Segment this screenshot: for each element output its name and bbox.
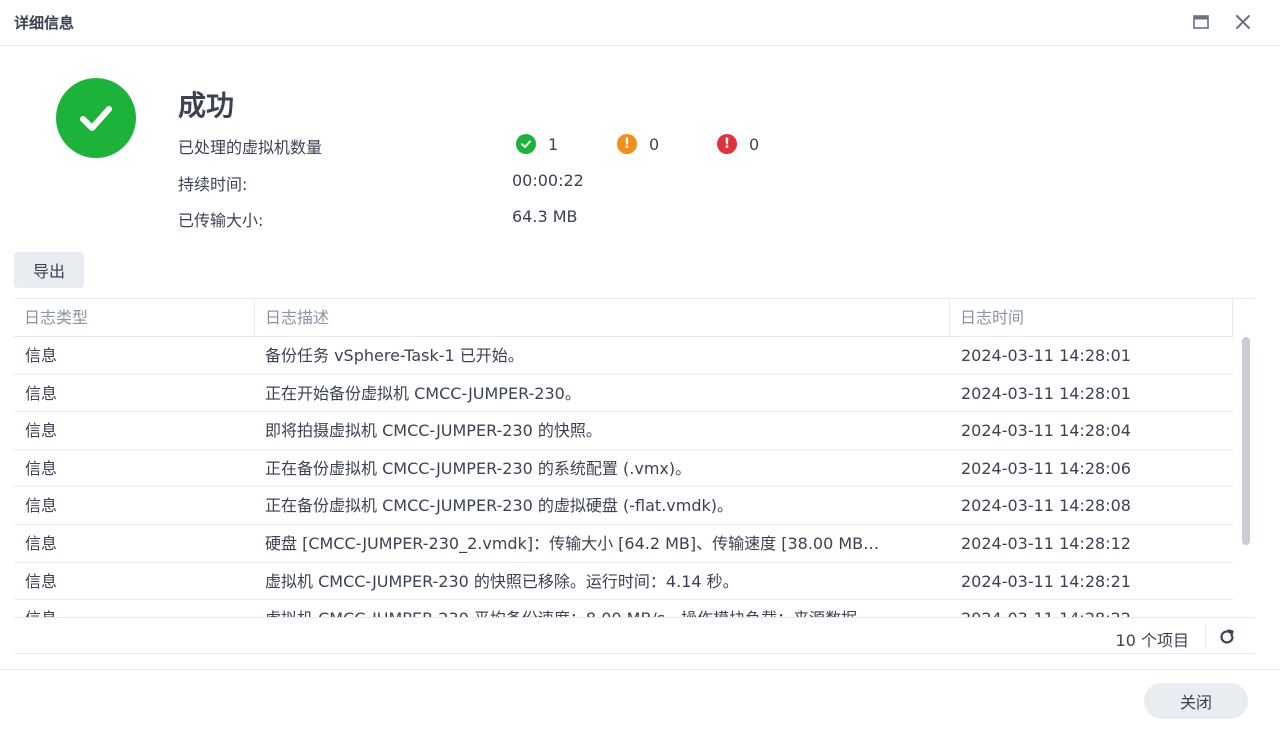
column-header-type[interactable]: 日志类型 [14, 299, 255, 337]
log-description: 正在备份虚拟机 CMCC-JUMPER-230 的虚拟硬盘 (-flat.vmd… [265, 496, 733, 516]
log-table: 日志类型 日志描述 日志时间 信息 备份任务 vSphere-Task-1 已开… [14, 298, 1255, 654]
log-description: 即将拍摄虚拟机 CMCC-JUMPER-230 的快照。 [265, 421, 602, 441]
table-row[interactable]: 信息 即将拍摄虚拟机 CMCC-JUMPER-230 的快照。 2024-03-… [14, 412, 1233, 450]
scrollbar-thumb[interactable] [1242, 337, 1250, 545]
log-description: 正在开始备份虚拟机 CMCC-JUMPER-230。 [265, 383, 581, 403]
log-time: 2024-03-11 14:28:12 [961, 533, 1131, 553]
warning-exclamation-icon: ! [617, 134, 637, 154]
error-exclamation-icon: ! [717, 134, 737, 154]
warning-count: ! 0 [617, 133, 659, 155]
warning-count-value: 0 [649, 134, 660, 154]
error-count: ! 0 [717, 133, 759, 155]
table-row[interactable]: 信息 虚拟机 CMCC-JUMPER-230 的快照已移除。运行时间：4.14 … [14, 563, 1233, 601]
table-scrollbar[interactable] [1240, 337, 1252, 617]
table-row[interactable]: 信息 正在开始备份虚拟机 CMCC-JUMPER-230。 2024-03-11… [14, 375, 1233, 413]
log-time: 2024-03-11 14:28:08 [961, 496, 1131, 516]
log-time: 2024-03-11 14:28:01 [961, 383, 1131, 403]
duration-value: 00:00:22 [512, 171, 584, 190]
transferred-label: 已传输大小: [178, 211, 264, 230]
maximize-icon[interactable] [1191, 12, 1211, 32]
log-type: 信息 [25, 421, 58, 441]
log-type: 信息 [25, 346, 58, 365]
log-time: 2024-03-11 14:28:22 [961, 600, 1221, 617]
export-button[interactable]: 导出 [14, 252, 84, 288]
duration-label: 持续时间: [178, 175, 248, 194]
log-type: 信息 [25, 496, 58, 516]
table-body[interactable]: 信息 备份任务 vSphere-Task-1 已开始。 2024-03-11 1… [14, 337, 1233, 617]
transferred-value: 64.3 MB [512, 207, 578, 226]
success-check-icon [516, 134, 536, 154]
table-row[interactable]: 信息 正在备份虚拟机 CMCC-JUMPER-230 的系统配置 (.vmx)。… [14, 450, 1233, 488]
title-bar: 详细信息 [0, 0, 1280, 46]
log-type: 信息 [25, 533, 58, 553]
column-header-time[interactable]: 日志时间 [950, 299, 1233, 337]
item-count: 10 个项目 [1115, 631, 1189, 650]
dialog-footer: 关闭 [0, 669, 1280, 729]
table-row[interactable]: 信息 虚拟机 CMCC-JUMPER-230 平均备份速度：8.00 MB/s。… [14, 600, 1233, 617]
success-count-value: 1 [548, 134, 559, 154]
log-time: 2024-03-11 14:28:06 [961, 458, 1131, 478]
close-button[interactable]: 关闭 [1144, 683, 1248, 719]
log-description: 硬盘 [CMCC-JUMPER-230_2.vmdk]：传输大小 [64.2 M… [265, 533, 880, 553]
refresh-icon[interactable] [1216, 626, 1238, 648]
table-header: 日志类型 日志描述 日志时间 [14, 299, 1233, 337]
error-count-value: 0 [749, 134, 760, 154]
log-description: 虚拟机 CMCC-JUMPER-230 的快照已移除。运行时间：4.14 秒。 [265, 571, 739, 591]
log-description: 虚拟机 CMCC-JUMPER-230 平均备份速度：8.00 MB/s。操作模… [265, 600, 940, 617]
table-row[interactable]: 信息 正在备份虚拟机 CMCC-JUMPER-230 的虚拟硬盘 (-flat.… [14, 487, 1233, 525]
log-type: 信息 [25, 383, 58, 403]
footer-divider [1205, 625, 1206, 647]
log-description: 备份任务 vSphere-Task-1 已开始。 [265, 346, 524, 365]
success-count: 1 [516, 133, 558, 155]
table-row[interactable]: 信息 备份任务 vSphere-Task-1 已开始。 2024-03-11 1… [14, 337, 1233, 375]
log-time: 2024-03-11 14:28:04 [961, 421, 1131, 441]
table-footer: 10 个项目 [14, 617, 1255, 653]
log-time: 2024-03-11 14:28:21 [961, 571, 1131, 591]
log-type: 信息 [25, 600, 245, 617]
log-type: 信息 [25, 458, 58, 478]
close-icon[interactable] [1233, 12, 1253, 32]
log-time: 2024-03-11 14:28:01 [961, 346, 1131, 365]
log-type: 信息 [25, 571, 58, 591]
success-status-icon [56, 78, 136, 158]
processed-vm-label: 已处理的虚拟机数量 [178, 138, 323, 157]
log-description: 正在备份虚拟机 CMCC-JUMPER-230 的系统配置 (.vmx)。 [265, 458, 692, 478]
column-header-description[interactable]: 日志描述 [255, 299, 950, 337]
table-row[interactable]: 信息 硬盘 [CMCC-JUMPER-230_2.vmdk]：传输大小 [64.… [14, 525, 1233, 563]
status-title: 成功 [178, 89, 235, 122]
window-title: 详细信息 [14, 14, 75, 32]
